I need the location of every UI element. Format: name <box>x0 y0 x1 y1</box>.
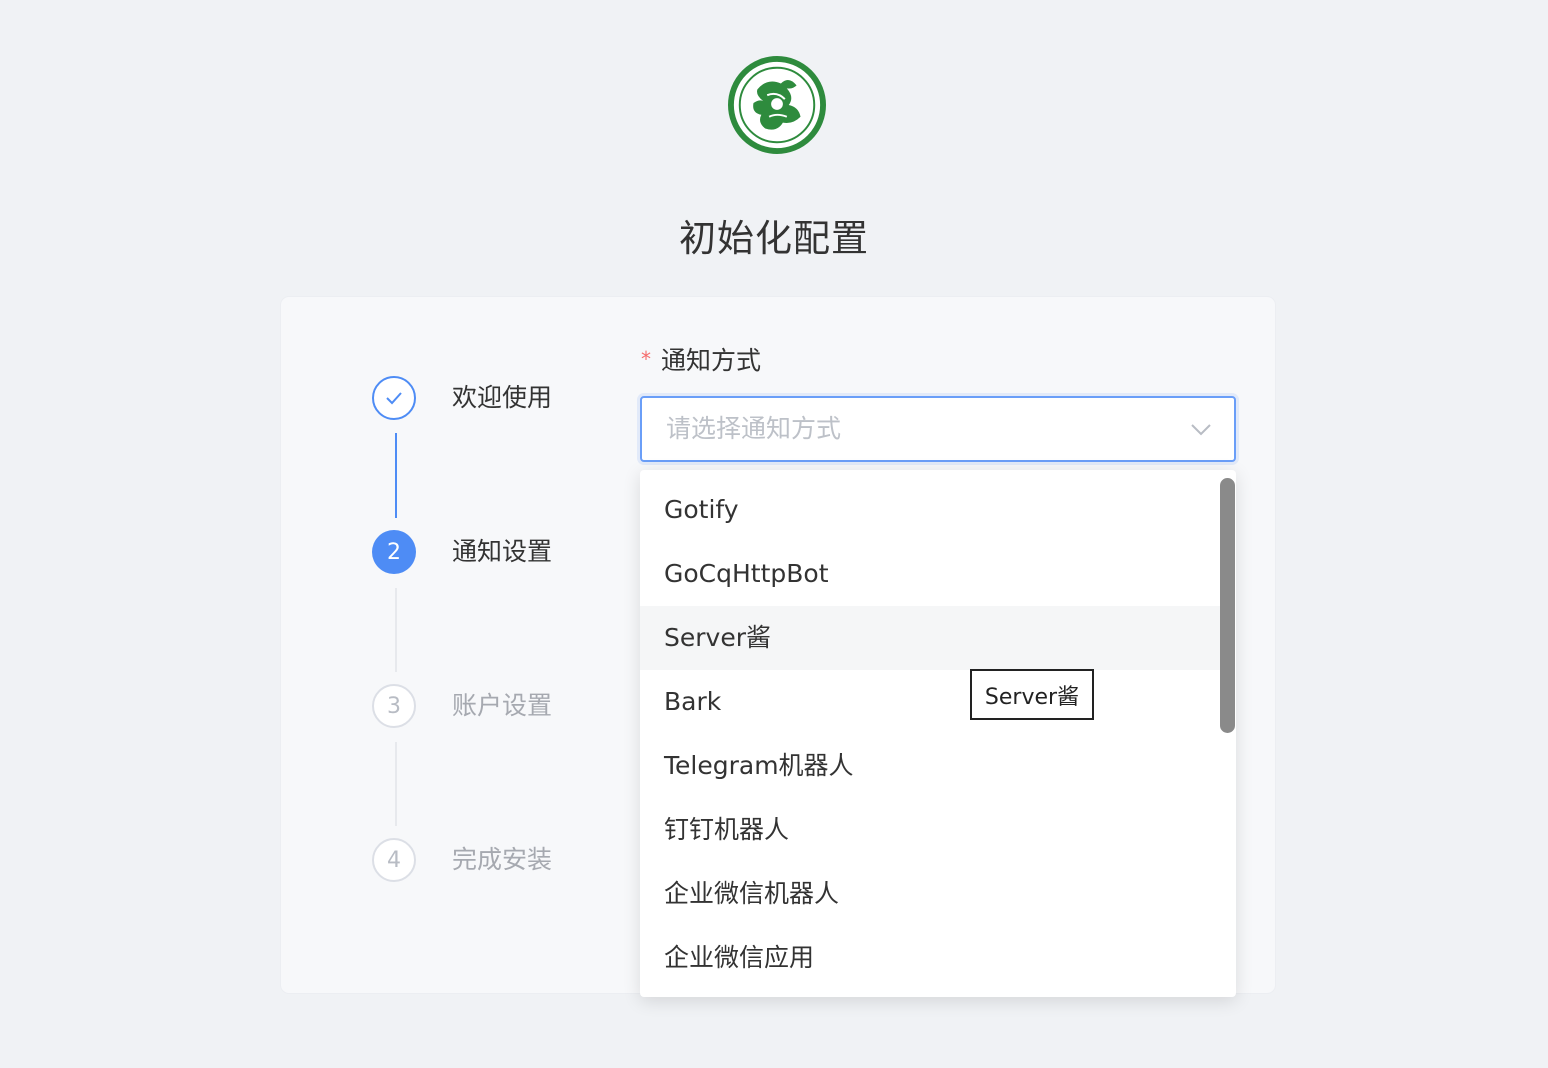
logo <box>728 56 826 154</box>
step-label: 完成安装 <box>452 845 553 874</box>
check-icon <box>386 392 402 405</box>
step-connector <box>395 742 397 826</box>
step-circle: 3 <box>372 684 416 728</box>
step-connector <box>395 588 397 672</box>
step-welcome: 欢迎使用 <box>372 376 672 424</box>
dropdown-scrollbar[interactable] <box>1220 478 1235 733</box>
chevron-down-icon <box>1191 424 1211 436</box>
setup-page: 初始化配置 欢迎使用 2 通知设置 3 账户设置 4 完成安装 * 通知方式 请选… <box>0 0 1548 1068</box>
option-wecom-app[interactable]: 企业微信应用 <box>640 926 1220 990</box>
notification-method-label: * 通知方式 <box>641 342 761 378</box>
step-circle: 2 <box>372 530 416 574</box>
option-serverchan[interactable]: Server酱 <box>640 606 1220 670</box>
option-dingtalk-bot[interactable]: 钉钉机器人 <box>640 798 1220 862</box>
qilin-seal-logo-icon <box>728 56 826 154</box>
step-notification: 2 通知设置 <box>372 530 672 578</box>
notification-method-select[interactable]: 请选择通知方式 <box>640 396 1236 462</box>
option-tooltip: Server酱 <box>970 669 1094 720</box>
required-mark: * <box>641 347 651 371</box>
option-gotify[interactable]: Gotify <box>640 478 1220 542</box>
step-finish: 4 完成安装 <box>372 838 672 886</box>
step-label: 通知设置 <box>452 537 553 566</box>
step-label: 欢迎使用 <box>452 383 553 412</box>
form-label-text: 通知方式 <box>661 346 762 375</box>
step-label: 账户设置 <box>452 691 553 720</box>
option-telegram-bot[interactable]: Telegram机器人 <box>640 734 1220 798</box>
select-placeholder: 请选择通知方式 <box>666 414 842 443</box>
page-title: 初始化配置 <box>679 217 869 260</box>
option-bark[interactable]: Bark <box>640 670 1220 734</box>
select-dropdown: Gotify GoCqHttpBot Server酱 Bark Telegram… <box>640 470 1236 997</box>
step-circle: 4 <box>372 838 416 882</box>
option-wecom-bot[interactable]: 企业微信机器人 <box>640 862 1220 926</box>
step-account: 3 账户设置 <box>372 684 672 732</box>
step-connector <box>395 433 397 518</box>
option-gocqhttpbot[interactable]: GoCqHttpBot <box>640 542 1220 606</box>
step-circle <box>372 376 416 420</box>
